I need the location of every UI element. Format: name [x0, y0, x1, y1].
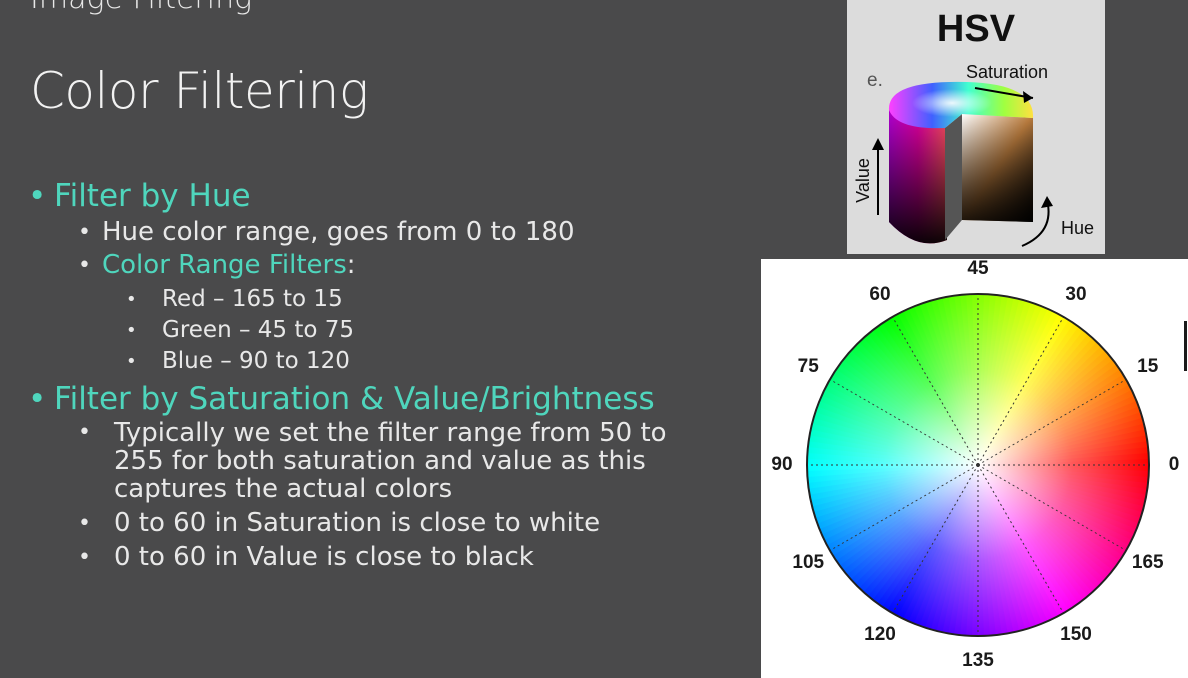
hue-wheel-figure: 0 15 30 45 60 75 90 105 120 135 150 165: [761, 258, 1188, 678]
hsv-cylinder-figure: HSV e. Saturation Value Hue: [847, 0, 1105, 254]
degree-label: 165: [1131, 552, 1164, 573]
bullet-suffix: :: [346, 250, 356, 280]
bullet-blue-range: • Blue – 90 to 120: [28, 346, 748, 377]
bullet-dot: •: [78, 511, 91, 536]
bullet-dot: •: [78, 253, 91, 278]
degree-label: 45: [967, 258, 989, 279]
hsv-cylinder-illustration: [872, 81, 1053, 247]
bullet-text: Hue color range, goes from 0 to 180: [102, 217, 575, 247]
degree-label: 120: [864, 623, 896, 645]
bullet-filter-by-saturation-value: • Filter by Saturation & Value/Brightnes…: [28, 381, 748, 417]
bullet-hue-range: • Hue color range, goes from 0 to 180: [28, 218, 748, 247]
bullet-heading: Filter by Hue: [54, 178, 251, 214]
slide-title: Color Filtering: [30, 62, 369, 120]
degree-label: 75: [797, 356, 819, 377]
bullet-text: 0 to 60 in Saturation is close to white: [114, 508, 601, 538]
color-range-sublist: • Red – 165 to 15 • Green – 45 to 75 • B…: [28, 284, 748, 377]
bullet-text: 0 to 60 in Value is close to black: [114, 542, 534, 572]
bullet-text: Color Range Filters: [102, 250, 347, 280]
bullet-dot: •: [28, 381, 47, 417]
slide: Image Filtering Color Filtering • Filter…: [0, 0, 1188, 678]
bullet-filter-by-hue: • Filter by Hue: [28, 178, 748, 214]
degree-label: 90: [771, 454, 793, 475]
bullet-typical-range: • Typically we set the filter range from…: [28, 419, 714, 503]
degree-label: 135: [962, 650, 994, 671]
degree-label: 15: [1137, 356, 1159, 377]
degree-label: 30: [1065, 284, 1087, 306]
bullet-saturation-white: • 0 to 60 in Saturation is close to whit…: [28, 509, 748, 538]
bullet-color-range-filters: • Color Range Filters:: [28, 251, 748, 280]
bullet-heading: Filter by Saturation & Value/Brightness: [54, 381, 655, 417]
bullet-text: Typically we set the filter range from 5…: [114, 418, 667, 504]
hue-wheel-illustration: [806, 293, 1150, 637]
bullet-dot: •: [126, 289, 137, 310]
bullet-dot: •: [126, 320, 137, 341]
bullet-dot: •: [78, 420, 91, 445]
degree-label: 60: [869, 284, 891, 306]
degree-label: 150: [1060, 623, 1092, 645]
degree-label: 105: [792, 552, 825, 573]
partial-heading: Image Filtering: [30, 0, 252, 16]
degree-label: 0: [1168, 454, 1180, 475]
bullet-value-black: • 0 to 60 in Value is close to black: [28, 543, 748, 572]
bullet-dot: •: [78, 220, 91, 245]
bullet-dot: •: [28, 178, 47, 214]
bullet-dot: •: [78, 545, 91, 570]
edge-marker: [1184, 321, 1187, 371]
bullet-text: Green – 45 to 75: [162, 317, 355, 343]
bullet-list: • Filter by Hue • Hue color range, goes …: [28, 178, 748, 572]
bullet-text: Blue – 90 to 120: [162, 348, 350, 374]
bullet-green-range: • Green – 45 to 75: [28, 315, 748, 346]
bullet-dot: •: [126, 351, 137, 372]
bullet-red-range: • Red – 165 to 15: [28, 284, 748, 315]
bullet-text: Red – 165 to 15: [162, 286, 343, 312]
